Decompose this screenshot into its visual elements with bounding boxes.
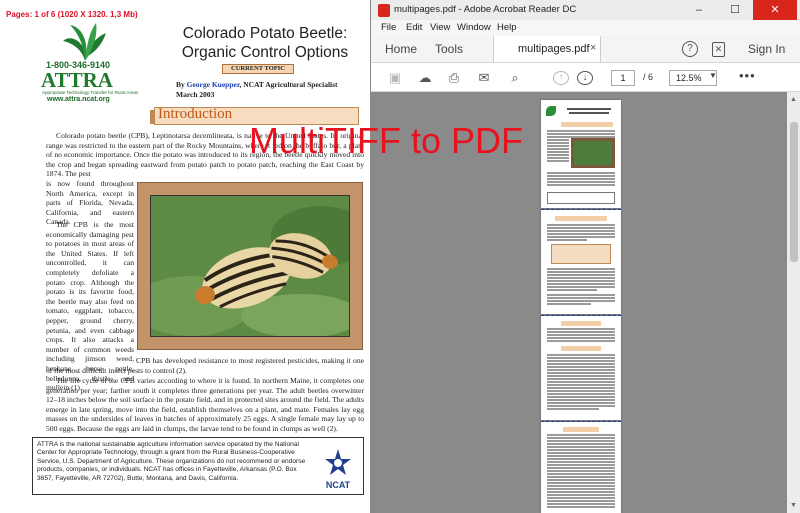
byline-date: March 2003 (176, 90, 215, 99)
tiff-document-view: Pages: 1 of 6 (1020 X 1320. 1,3 Mb) 1-80… (0, 0, 370, 513)
menu-view[interactable]: View (430, 22, 450, 33)
document-title-line2: Organic Control Options (181, 44, 349, 61)
menu-file[interactable]: File (381, 22, 396, 33)
page-number-input[interactable]: 1 (611, 70, 635, 86)
paragraph-3: The life cycle of the CPB varies accordi… (46, 376, 364, 433)
pdf-page-3[interactable] (541, 316, 621, 420)
overlay-headline: MultiTIFF to PDF (249, 120, 524, 161)
ncat-logo-icon: NCAT (325, 449, 351, 490)
document-tab-label: multipages.pdf (518, 43, 590, 55)
document-tab[interactable]: multipages.pdf × (493, 36, 601, 62)
zoom-chevron-down-icon[interactable]: ▼ (709, 71, 717, 80)
menu-edit[interactable]: Edit (406, 22, 422, 33)
beetle-photo-image (151, 196, 349, 336)
more-tools-icon[interactable]: ••• (739, 68, 756, 83)
beetle-photo (150, 195, 350, 337)
print-icon[interactable]: ⎙ (446, 71, 462, 85)
tools-tab[interactable]: Tools (435, 42, 463, 56)
page1-logo-icon (546, 106, 556, 116)
scroll-down-icon[interactable]: ▼ (790, 502, 797, 509)
previous-page-icon[interactable]: ↑ (553, 71, 569, 85)
email-icon[interactable]: ✉ (476, 71, 492, 85)
current-topic-badge: CURRENT TOPIC (222, 64, 294, 74)
attra-url: www.attra.ncat.org (47, 96, 110, 103)
section-heading: Introduction (158, 106, 233, 122)
byline-suffix: , NCAT Agricultural Specialist (239, 80, 338, 89)
document-tab-close-icon[interactable]: × (590, 42, 596, 54)
search-icon[interactable]: ⌕ (507, 71, 523, 85)
upload-cloud-icon[interactable]: ☁ (417, 71, 433, 85)
maximize-button[interactable]: ☐ (717, 0, 753, 20)
byline: By George Kuepper, NCAT Agricultural Spe… (176, 80, 338, 100)
screenshot-stage: Pages: 1 of 6 (1020 X 1320. 1,3 Mb) 1-80… (0, 0, 800, 513)
page-info-label: Pages: 1 of 6 (1020 X 1320. 1,3 Mb) (6, 10, 138, 19)
acrobat-app-icon (378, 4, 390, 17)
paragraph-2-tail: CPB has developed resistance to most reg… (46, 356, 364, 375)
ncat-footer-box: ATTRA is the national sustainable agricu… (32, 437, 364, 495)
share-x-icon[interactable]: ✕ (712, 42, 725, 57)
page-total-label: / 6 (643, 72, 654, 82)
home-tab[interactable]: Home (385, 42, 417, 56)
menu-help[interactable]: Help (497, 22, 517, 33)
ncat-logo-text: NCAT (326, 480, 351, 490)
byline-author: George Kuepper (186, 80, 240, 89)
save-icon[interactable]: ▣ (387, 71, 403, 85)
byline-prefix: By (176, 80, 187, 89)
pdf-page-4[interactable] (541, 422, 621, 513)
minimize-button[interactable]: – (681, 0, 717, 20)
scroll-up-icon[interactable]: ▲ (790, 96, 797, 103)
close-window-button[interactable]: ✕ (753, 0, 797, 20)
beetle-photo-frame (137, 182, 363, 350)
document-title-line1: Colorado Potato Beetle: (182, 25, 348, 42)
window-titlebar[interactable]: multipages.pdf - Adobe Acrobat Reader DC… (371, 0, 800, 20)
next-page-icon[interactable]: ↓ (577, 71, 593, 85)
pdf-page-2[interactable] (541, 210, 621, 314)
attra-leaf-logo-icon (63, 23, 106, 61)
pdf-page-1[interactable] (541, 100, 621, 208)
help-icon[interactable]: ? (682, 41, 698, 57)
menu-bar: File Edit View Window Help (371, 20, 800, 36)
menu-window[interactable]: Window (457, 22, 491, 33)
document-title: Colorado Potato Beetle: Organic Control … (165, 24, 365, 62)
document-toolbar: ▣ ☁ ⎙ ✉ ⌕ ↑ ↓ 1 / 6 12.5% ▼ ••• (371, 62, 800, 92)
scrollbar-thumb[interactable] (790, 122, 798, 262)
window-title: multipages.pdf - Adobe Acrobat Reader DC (394, 4, 577, 15)
attra-tagline: Appropriate Technology Transfer for Rura… (42, 90, 139, 95)
sign-in-link[interactable]: Sign In (748, 42, 785, 56)
ncat-footer-text: ATTRA is the national sustainable agricu… (37, 441, 306, 482)
acrobat-window: multipages.pdf - Adobe Acrobat Reader DC… (370, 0, 800, 513)
